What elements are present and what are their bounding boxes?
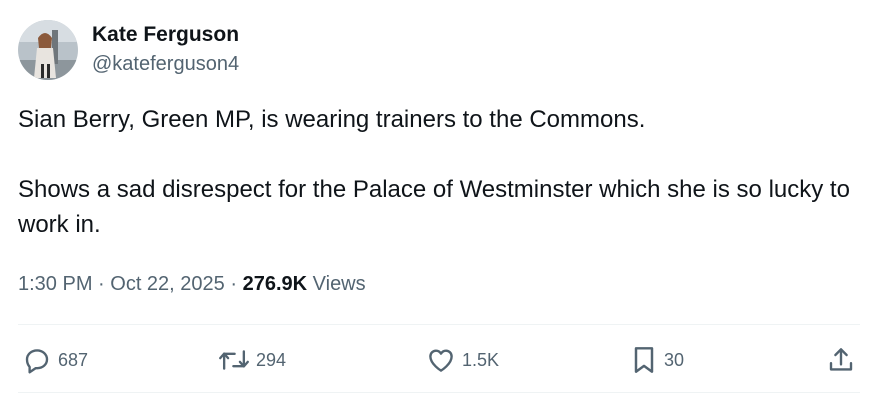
avatar-photo — [18, 20, 78, 80]
divider — [18, 324, 860, 325]
views-label: Views — [312, 273, 366, 295]
bookmark-button[interactable]: 30 — [630, 338, 684, 382]
heart-icon — [426, 345, 456, 375]
tweet-date[interactable]: Oct 22, 2025 — [110, 273, 225, 295]
bookmark-count: 30 — [664, 349, 685, 370]
tweet-card: Kate Ferguson @kateferguson4 Sian Berry,… — [0, 0, 878, 400]
tweet-time[interactable]: 1:30 PM — [18, 273, 92, 295]
share-button[interactable] — [826, 338, 856, 382]
bookmark-icon — [630, 344, 658, 376]
reply-button[interactable]: 687 — [22, 338, 88, 382]
like-button[interactable]: 1.5K — [426, 338, 499, 382]
avatar[interactable] — [18, 20, 78, 80]
repost-button[interactable]: 294 — [218, 338, 286, 382]
like-count: 1.5K — [462, 349, 500, 370]
repost-icon — [218, 345, 250, 375]
reply-icon — [22, 345, 52, 375]
user-handle[interactable]: @kateferguson4 — [92, 51, 239, 77]
share-icon — [826, 345, 856, 375]
meta-separator: · — [224, 273, 243, 295]
action-bar: 687 294 1.5K 30 — [18, 338, 860, 382]
author-info: Kate Ferguson @kateferguson4 — [92, 22, 239, 77]
reply-count: 687 — [58, 349, 89, 370]
display-name[interactable]: Kate Ferguson — [92, 22, 239, 48]
tweet-text: Sian Berry, Green MP, is wearing trainer… — [18, 102, 858, 242]
tweet-meta: 1:30 PM · Oct 22, 2025 · 276.9K Views — [18, 270, 366, 298]
repost-count: 294 — [256, 349, 287, 370]
meta-separator: · — [92, 273, 111, 295]
views-count: 276.9K — [242, 273, 308, 295]
tweet-paragraph: Sian Berry, Green MP, is wearing trainer… — [18, 106, 646, 133]
tweet-paragraph: Shows a sad disrespect for the Palace of… — [18, 176, 850, 238]
divider — [18, 392, 860, 393]
